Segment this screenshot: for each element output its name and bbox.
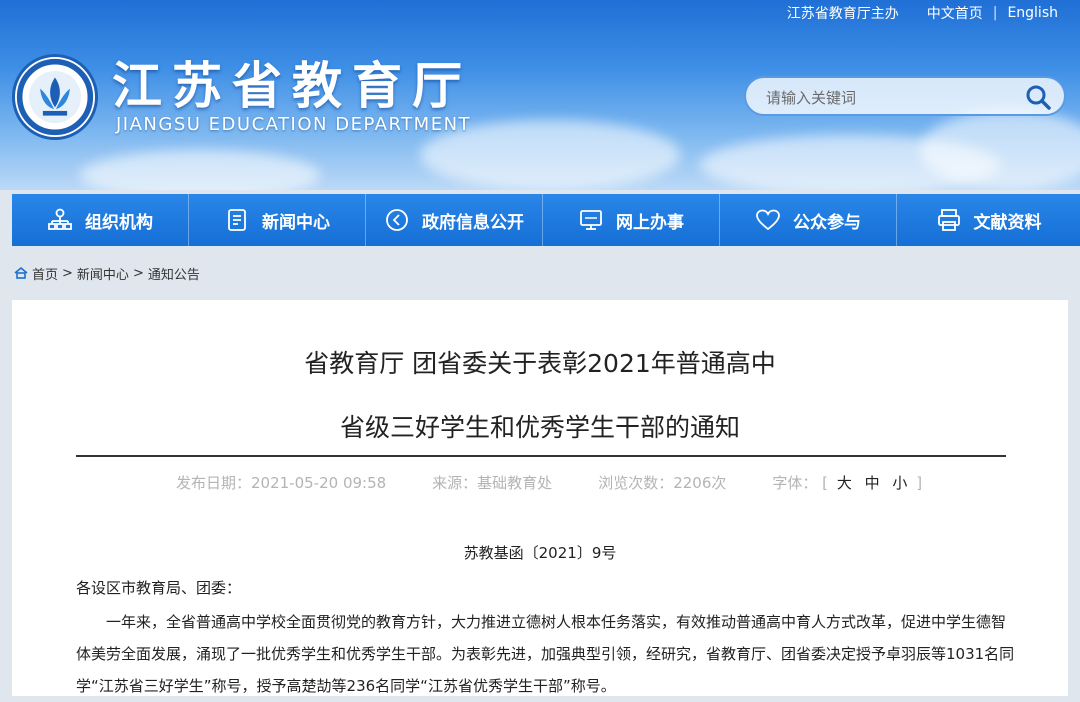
nav-item-public-participation[interactable]: 公众参与 [720,194,897,246]
view-count: 浏览次数：2206次 [598,474,727,492]
document-number: 苏教基函〔2021〕9号 [463,544,617,562]
search-input[interactable] [764,86,1018,110]
play-circle-icon [386,209,408,231]
font-large-button[interactable]: 大 [837,474,852,492]
salutation: 各设区市教育局、团委： [76,579,242,597]
font-size-control: 字体： [ 大 中 小 ] [772,472,922,493]
main-nav: 组织机构 新闻中心 政府信息公开 网上办事 公众参与 文献资料 [12,194,1080,246]
top-links: 江苏省教育厅主办 中文首页 | English [787,2,1058,24]
title-divider [76,455,1006,457]
sponsor-link[interactable]: 江苏省教育厅主办 [787,3,899,23]
font-small-button[interactable]: 小 [892,474,907,492]
nav-label: 网上办事 [616,212,684,233]
breadcrumb-separator: > [62,265,73,281]
printer-icon [937,209,960,231]
breadcrumb-item-notices[interactable]: 通知公告 [148,264,200,283]
site-subtitle: JIANGSU EDUCATION DEPARTMENT [116,114,472,135]
search-box [744,76,1066,116]
breadcrumb-separator: > [132,265,144,281]
search-icon[interactable] [1024,83,1052,111]
nav-label: 组织机构 [85,212,153,233]
heart-icon [756,209,780,231]
monitor-icon [580,210,602,230]
chinese-home-link[interactable]: 中文首页 [927,3,983,23]
nav-label: 文献资料 [973,212,1042,233]
nav-item-gov-info[interactable]: 政府信息公开 [366,194,543,246]
site-header: 江苏省教育厅主办 中文首页 | English 江苏省教育厅 JIANGSU E… [0,0,1080,190]
jiangsu-edu-logo-icon[interactable] [12,54,98,140]
nav-label: 公众参与 [793,212,861,233]
font-size-label: 字体： [772,474,818,492]
site-title: 江苏省教育厅 [112,57,472,115]
home-icon [14,266,28,279]
document-icon [228,209,246,231]
org-chart-icon [48,208,72,230]
font-bracket-open: [ [822,474,829,492]
font-medium-button[interactable]: 中 [865,474,880,492]
article-meta: 发布日期：2021-05-20 09:58 来源：基础教育处 浏览次数：2206… [176,472,922,493]
cloud-decoration [80,150,320,190]
article-panel: 省教育厅 团省委关于表彰2021年普通高中 省级三好学生和优秀学生干部的通知 发… [12,300,1068,696]
article-title-line2: 省级三好学生和优秀学生干部的通知 [339,413,740,442]
nav-label: 新闻中心 [262,212,330,233]
article-source: 来源：基础教育处 [432,474,553,492]
breadcrumb-home[interactable]: 首页 [32,264,58,283]
article-body: 一年来，全省普通高中学校全面贯彻党的教育方针，大力推进立德树人根本任务落实，有效… [76,613,1015,695]
breadcrumb-item-news[interactable]: 新闻中心 [77,264,129,283]
english-link[interactable]: English [1007,5,1058,21]
font-bracket-close: ] [916,474,923,492]
link-separator: | [992,5,998,21]
nav-item-online-services[interactable]: 网上办事 [543,194,720,246]
article-title-line1: 省教育厅 团省委关于表彰2021年普通高中 [304,349,776,378]
publish-date: 发布日期：2021-05-20 09:58 [176,474,387,492]
nav-item-news[interactable]: 新闻中心 [189,194,366,246]
nav-label: 政府信息公开 [422,212,524,233]
nav-item-organization[interactable]: 组织机构 [12,194,189,246]
nav-item-literature[interactable]: 文献资料 [897,194,1080,246]
breadcrumb: 首页 > 新闻中心 > 通知公告 [14,262,200,284]
